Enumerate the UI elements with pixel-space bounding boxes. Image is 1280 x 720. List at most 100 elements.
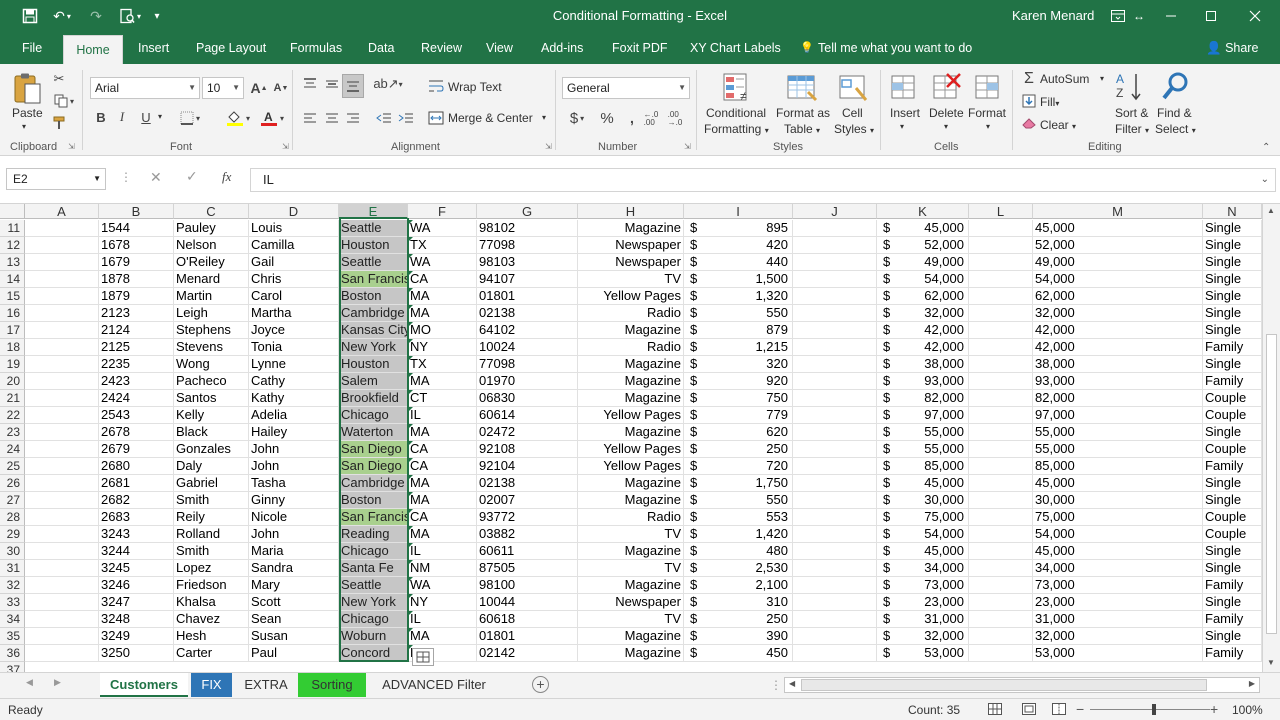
grid-cell[interactable]: 82,000 <box>1033 390 1203 407</box>
row-header[interactable]: 19 <box>0 356 25 373</box>
grid-cell[interactable]: Nelson <box>174 237 249 254</box>
grid-cell[interactable]: 60614 <box>477 407 578 424</box>
grid-cell[interactable] <box>25 475 99 492</box>
grid-cell[interactable]: 54,000 <box>1033 271 1203 288</box>
grid-cell[interactable]: IL <box>408 407 477 424</box>
insert-cells-icon[interactable] <box>888 72 920 104</box>
grid-cell[interactable]: Tasha <box>249 475 339 492</box>
grid-cell[interactable]: 53,000 <box>1033 645 1203 662</box>
error-indicator-icon[interactable] <box>408 356 413 361</box>
insert-function-button[interactable]: fx <box>222 169 231 185</box>
state-cell[interactable]: Seattle <box>339 577 408 594</box>
grid-cell[interactable]: Family <box>1203 458 1262 475</box>
grid-cell[interactable] <box>793 237 877 254</box>
sheet-tab-advanced-filter[interactable]: ADVANCED Filter <box>370 673 498 697</box>
increase-decimal-icon[interactable]: ←.0.00 <box>640 110 662 128</box>
clear-label[interactable]: Clear ▾ <box>1040 118 1076 132</box>
grid-cell[interactable] <box>793 611 877 628</box>
currency-cell[interactable]: $75,000 <box>877 509 969 526</box>
grid-cell[interactable]: MA <box>408 475 477 492</box>
align-middle-icon[interactable] <box>322 74 342 94</box>
grid-cell[interactable]: Gail <box>249 254 339 271</box>
currency-cell[interactable]: $390 <box>684 628 793 645</box>
grid-cell[interactable]: TV <box>578 560 684 577</box>
grid-cell[interactable]: 34,000 <box>1033 560 1203 577</box>
grid-cell[interactable]: Rolland <box>174 526 249 543</box>
grid-cell[interactable]: Magazine <box>578 645 684 662</box>
grid-cell[interactable]: 2682 <box>99 492 174 509</box>
error-indicator-icon[interactable] <box>408 441 413 446</box>
grid-cell[interactable]: 10024 <box>477 339 578 356</box>
grid-cell[interactable]: MA <box>408 373 477 390</box>
grid-cell[interactable]: Susan <box>249 628 339 645</box>
state-cell[interactable]: Chicago <box>339 407 408 424</box>
currency-cell[interactable]: $440 <box>684 254 793 271</box>
error-indicator-icon[interactable] <box>408 237 413 242</box>
grid-cell[interactable]: Menard <box>174 271 249 288</box>
scroll-up-icon[interactable]: ▲ <box>1267 206 1275 215</box>
row-header[interactable]: 22 <box>0 407 25 424</box>
grid-cell[interactable]: WA <box>408 577 477 594</box>
number-format-combo[interactable]: General ▼ <box>562 77 690 99</box>
grid-cell[interactable]: Single <box>1203 237 1262 254</box>
grid-cell[interactable]: MA <box>408 424 477 441</box>
currency-cell[interactable]: $42,000 <box>877 322 969 339</box>
grid-cell[interactable] <box>969 322 1033 339</box>
grid-cell[interactable] <box>793 628 877 645</box>
currency-cell[interactable]: $54,000 <box>877 271 969 288</box>
tab-foxit-pdf[interactable]: Foxit PDF <box>612 32 668 64</box>
row-header[interactable]: 23 <box>0 424 25 441</box>
align-top-icon[interactable] <box>300 74 320 94</box>
row-header[interactable]: 21 <box>0 390 25 407</box>
grid-cell[interactable]: 55,000 <box>1033 441 1203 458</box>
state-cell[interactable]: Kansas City <box>339 322 408 339</box>
column-header-f[interactable]: F <box>408 204 477 219</box>
grid-cell[interactable] <box>25 390 99 407</box>
underline-button[interactable]: U <box>138 107 154 127</box>
conditional-formatting-label2[interactable]: Formatting ▾ <box>704 122 769 136</box>
grid-cell[interactable]: 77098 <box>477 356 578 373</box>
grid-cell[interactable]: Sandra <box>249 560 339 577</box>
grid-cell[interactable]: Magazine <box>578 577 684 594</box>
cut-icon[interactable]: ✂ <box>50 70 68 88</box>
grid-cell[interactable]: Single <box>1203 288 1262 305</box>
state-cell[interactable]: Seattle <box>339 220 408 237</box>
grid-cell[interactable]: 2680 <box>99 458 174 475</box>
grid-cell[interactable]: Single <box>1203 475 1262 492</box>
grid-cell[interactable]: TV <box>578 271 684 288</box>
currency-cell[interactable]: $85,000 <box>877 458 969 475</box>
error-indicator-icon[interactable] <box>408 475 413 480</box>
grid-cell[interactable]: Santos <box>174 390 249 407</box>
grid-cell[interactable]: CT <box>408 390 477 407</box>
grid-cell[interactable]: John <box>249 458 339 475</box>
state-cell[interactable]: Cambridge <box>339 305 408 322</box>
scroll-tabs-right-icon[interactable]: ▶ <box>54 677 61 688</box>
row-header[interactable]: 30 <box>0 543 25 560</box>
grid-cell[interactable]: 2543 <box>99 407 174 424</box>
grid-cell[interactable] <box>793 594 877 611</box>
grid-cell[interactable]: Yellow Pages <box>578 458 684 475</box>
align-bottom-icon[interactable] <box>342 74 364 98</box>
touch-mode-icon[interactable]: ↔ <box>1130 5 1148 27</box>
grid-cell[interactable]: 02007 <box>477 492 578 509</box>
grid-cell[interactable]: 2683 <box>99 509 174 526</box>
column-header-e[interactable]: E <box>339 204 408 219</box>
currency-cell[interactable]: $550 <box>684 305 793 322</box>
currency-cell[interactable]: $879 <box>684 322 793 339</box>
grid-cell[interactable]: Couple <box>1203 509 1262 526</box>
paste-dropdown-icon[interactable]: ▾ <box>22 122 26 131</box>
grid-cell[interactable] <box>793 492 877 509</box>
font-size-combo[interactable]: 10 ▼ <box>202 77 244 99</box>
grid-cell[interactable]: 2423 <box>99 373 174 390</box>
row-header[interactable]: 15 <box>0 288 25 305</box>
close-icon[interactable] <box>1242 5 1268 27</box>
grid-cell[interactable] <box>793 475 877 492</box>
grid-cell[interactable] <box>25 254 99 271</box>
currency-cell[interactable]: $55,000 <box>877 424 969 441</box>
grid-cell[interactable]: Stephens <box>174 322 249 339</box>
grid-cell[interactable]: 3247 <box>99 594 174 611</box>
row-header[interactable]: 32 <box>0 577 25 594</box>
grid-cell[interactable]: 92108 <box>477 441 578 458</box>
zoom-in-icon[interactable]: + <box>1210 701 1218 717</box>
increase-indent-icon[interactable] <box>396 108 416 128</box>
